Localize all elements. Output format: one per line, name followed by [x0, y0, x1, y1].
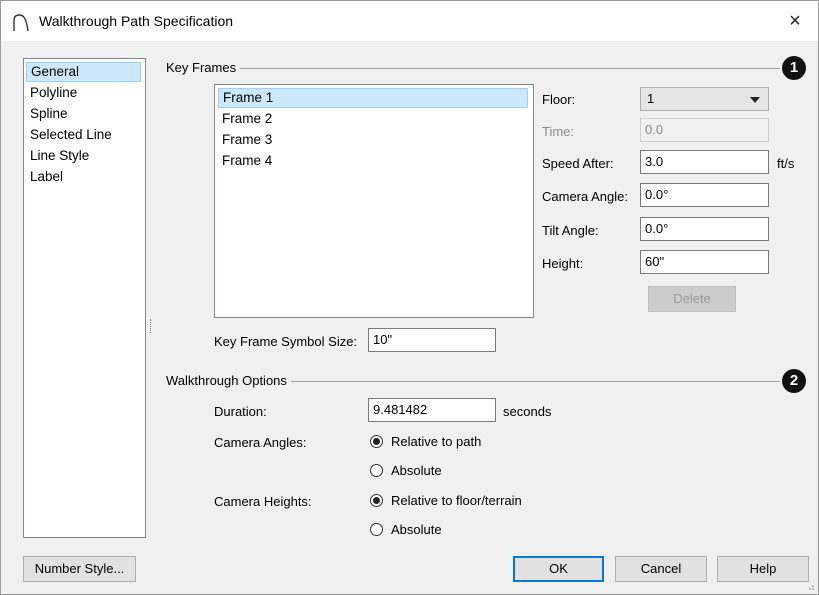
symbol-size-label: Key Frame Symbol Size:: [214, 334, 358, 349]
speed-unit-label: ft/s: [777, 156, 795, 171]
ok-button[interactable]: OK: [513, 556, 604, 582]
window-title: Walkthrough Path Specification: [39, 13, 234, 29]
duration-label: Duration:: [214, 404, 267, 419]
splitter-handle[interactable]: [150, 319, 154, 333]
speed-after-label: Speed After:: [542, 156, 614, 171]
number-style-button[interactable]: Number Style...: [23, 556, 136, 582]
resize-grip-icon[interactable]: [805, 581, 815, 591]
close-icon[interactable]: ×: [772, 1, 818, 41]
camera-heights-absolute-radio[interactable]: [370, 523, 383, 536]
camera-angles-absolute-radio[interactable]: [370, 464, 383, 477]
floor-select[interactable]: 1: [640, 87, 769, 111]
sidebar-item-polyline[interactable]: Polyline: [26, 83, 141, 103]
list-item-frame-1[interactable]: Frame 1: [218, 88, 528, 108]
time-label: Time:: [542, 124, 575, 139]
duration-unit-label: seconds: [503, 404, 552, 419]
sidebar-item-general[interactable]: General: [26, 62, 141, 82]
category-list[interactable]: General Polyline Spline Selected Line Li…: [23, 58, 146, 538]
camera-heights-label: Camera Heights:: [214, 494, 312, 509]
camera-angle-label: Camera Angle:: [542, 189, 628, 204]
list-item-frame-2[interactable]: Frame 2: [218, 109, 528, 129]
camera-angle-field[interactable]: 0.0°: [640, 183, 769, 207]
callout-badge-1: 1: [782, 56, 806, 80]
floor-select-value: 1: [647, 91, 655, 106]
sidebar-item-label[interactable]: Label: [26, 167, 141, 187]
tilt-angle-label: Tilt Angle:: [542, 223, 599, 238]
camera-heights-relative-label[interactable]: Relative to floor/terrain: [391, 493, 522, 508]
delete-button[interactable]: Delete: [648, 286, 736, 312]
sidebar-item-spline[interactable]: Spline: [26, 104, 141, 124]
radio-selected-dot: [373, 438, 380, 445]
time-field: 0.0: [640, 118, 769, 142]
camera-heights-absolute-label[interactable]: Absolute: [391, 522, 442, 537]
duration-field[interactable]: 9.481482: [368, 398, 496, 422]
tilt-angle-field[interactable]: 0.0°: [640, 217, 769, 241]
list-item-frame-4[interactable]: Frame 4: [218, 151, 528, 171]
sidebar-item-selected-line[interactable]: Selected Line: [26, 125, 141, 145]
camera-angles-relative-radio[interactable]: [370, 435, 383, 448]
key-frames-list[interactable]: Frame 1 Frame 2 Frame 3 Frame 4: [214, 84, 534, 318]
camera-angles-relative-label[interactable]: Relative to path: [391, 434, 481, 449]
radio-selected-dot: [373, 497, 380, 504]
height-label: Height:: [542, 256, 584, 271]
key-frames-divider: [166, 68, 780, 69]
floor-label: Floor:: [542, 92, 576, 107]
camera-heights-relative-radio[interactable]: [370, 494, 383, 507]
camera-angles-absolute-label[interactable]: Absolute: [391, 463, 442, 478]
camera-angles-label: Camera Angles:: [214, 435, 307, 450]
sidebar-item-line-style[interactable]: Line Style: [26, 146, 141, 166]
speed-after-field[interactable]: 3.0: [640, 150, 769, 174]
list-item-frame-3[interactable]: Frame 3: [218, 130, 528, 150]
callout-badge-2: 2: [782, 369, 806, 393]
chevron-down-icon: [750, 97, 760, 103]
key-frames-heading: Key Frames: [166, 60, 241, 75]
title-bar: Walkthrough Path Specification ×: [1, 1, 818, 41]
help-button[interactable]: Help: [717, 556, 809, 582]
symbol-size-field[interactable]: 10": [368, 328, 496, 352]
arch-icon: [13, 14, 29, 32]
dialog-window: Walkthrough Path Specification × General…: [0, 0, 819, 595]
height-field[interactable]: 60": [640, 250, 769, 274]
cancel-button[interactable]: Cancel: [615, 556, 707, 582]
walkthrough-options-heading: Walkthrough Options: [166, 373, 291, 388]
